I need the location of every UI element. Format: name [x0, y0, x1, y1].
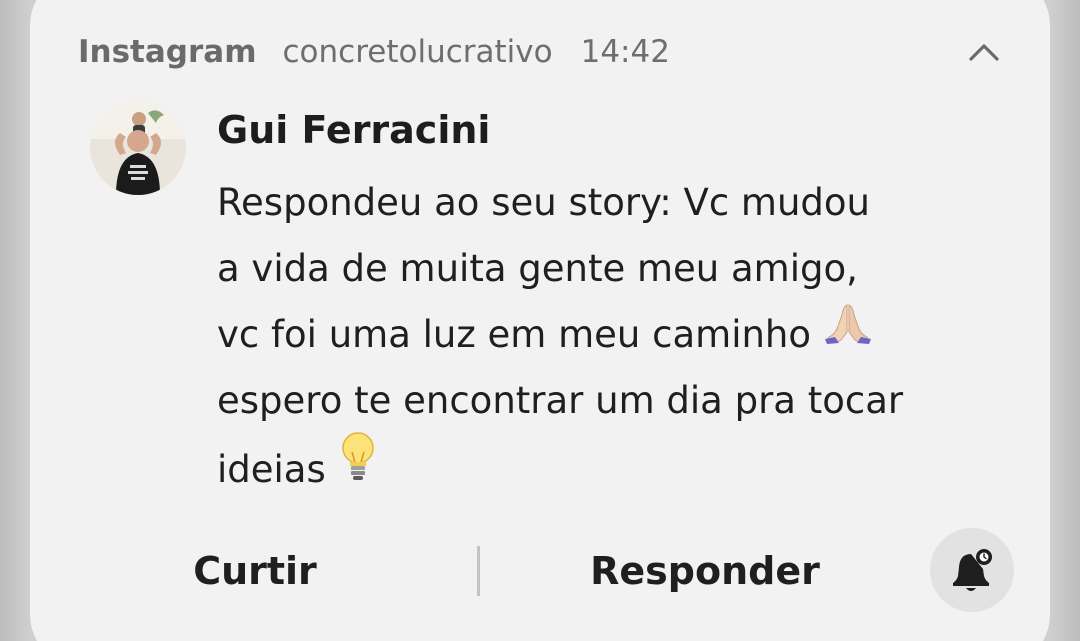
- notification-actions: Curtir Responder: [30, 528, 1050, 614]
- sender-name: Gui Ferracini: [217, 108, 491, 152]
- notification-header: Instagram concretolucrativo 14:42: [78, 30, 670, 74]
- bell-snooze-icon: [953, 549, 992, 591]
- avatar-photo: [90, 99, 186, 195]
- message-line-text: ideias: [217, 448, 326, 491]
- message-line-text: vc foi uma luz em meu caminho: [217, 313, 812, 356]
- notification-time: 14:42: [580, 34, 670, 70]
- light-bulb-icon: [338, 430, 378, 505]
- message-line: a vida de muita gente meu amigo,: [217, 247, 858, 290]
- message-line: espero te encontrar um dia pra tocar: [217, 379, 904, 422]
- collapse-button[interactable]: [962, 32, 1006, 72]
- mute-notifications-button[interactable]: [930, 528, 1014, 612]
- message-text: Respondeu ao seu story: Vc mudou a vida …: [217, 170, 1017, 500]
- notification-screen: Instagram concretolucrativo 14:42 Gui Fe…: [0, 0, 1080, 641]
- action-divider: [477, 546, 480, 596]
- app-name: Instagram: [78, 34, 257, 70]
- reply-button[interactable]: Responder: [540, 528, 870, 614]
- folded-hands-icon: [823, 299, 873, 366]
- sender-avatar[interactable]: [90, 99, 186, 195]
- message-line-with-emoji: vc foi uma luz em meu caminho: [217, 302, 1017, 368]
- account-name: concretolucrativo: [282, 34, 553, 70]
- message-line-with-emoji: ideias: [217, 432, 1017, 500]
- like-button[interactable]: Curtir: [140, 528, 370, 614]
- message-line: Respondeu ao seu story: Vc mudou: [217, 181, 870, 224]
- chevron-up-icon: [969, 44, 999, 61]
